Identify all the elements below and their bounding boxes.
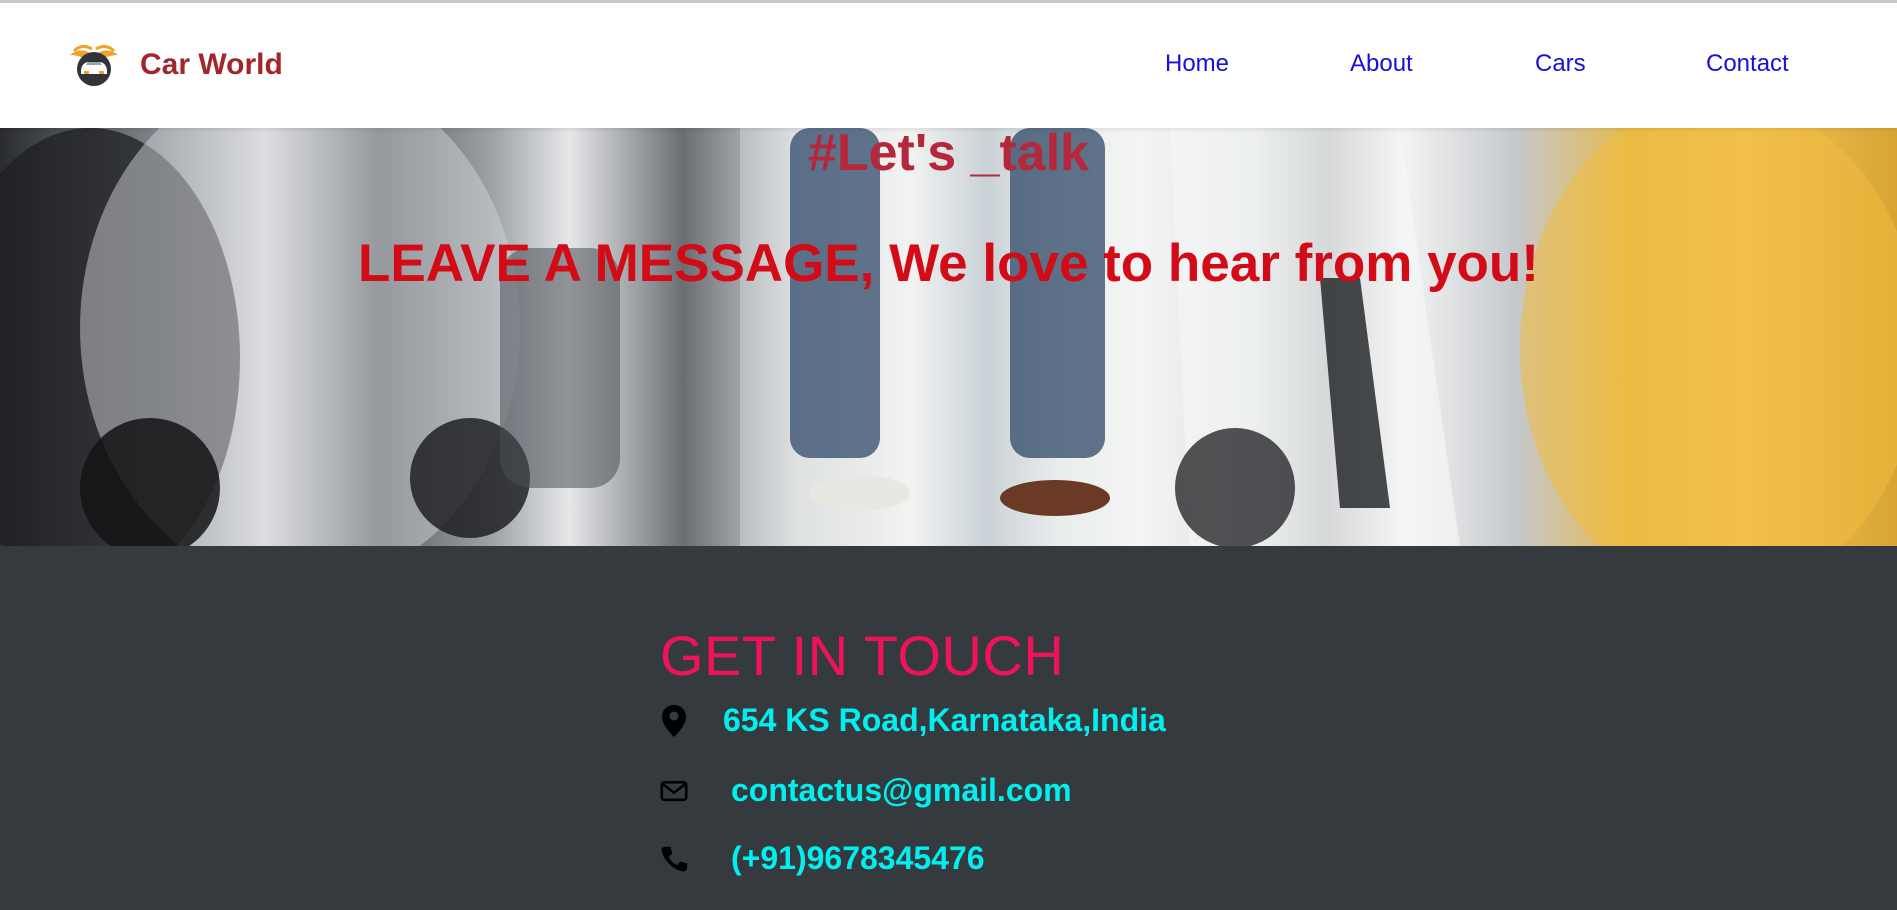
- brand-name: Car World: [140, 48, 283, 81]
- nav-contact-link[interactable]: Contact: [1706, 50, 1789, 78]
- hero-banner: #Let's _talk LEAVE A MESSAGE, We love to…: [0, 128, 1897, 546]
- nav-about-link[interactable]: About: [1350, 50, 1413, 78]
- address-row: 654 KS Road,Karnataka,India: [660, 702, 1166, 739]
- nav-home-link[interactable]: Home: [1165, 50, 1229, 78]
- address-text: 654 KS Road,Karnataka,India: [723, 702, 1166, 738]
- envelope-icon: [660, 774, 688, 808]
- phone-icon: [660, 842, 688, 876]
- contact-section: GET IN TOUCH 654 KS Road,Karnataka,India…: [0, 546, 1897, 910]
- showroom-cars-image: [0, 128, 1897, 546]
- email-link[interactable]: contactus@gmail.com: [731, 772, 1072, 809]
- hero-message: LEAVE A MESSAGE, We love to hear from yo…: [358, 234, 1539, 293]
- contact-title: GET IN TOUCH: [660, 624, 1065, 687]
- brand[interactable]: Car World: [66, 41, 283, 89]
- car-logo-icon: [66, 41, 122, 89]
- phone-text[interactable]: (+91)9678345476: [731, 840, 985, 877]
- phone-row: (+91)9678345476: [660, 840, 985, 877]
- site-header: Car World Home About Cars Contact: [0, 3, 1897, 128]
- map-pin-icon: [660, 704, 688, 738]
- hero-tagline: #Let's _talk: [807, 128, 1090, 182]
- nav-cars-link[interactable]: Cars: [1535, 50, 1586, 78]
- email-row: contactus@gmail.com: [660, 772, 1072, 809]
- main-nav: Home About Cars Contact: [1165, 50, 1801, 90]
